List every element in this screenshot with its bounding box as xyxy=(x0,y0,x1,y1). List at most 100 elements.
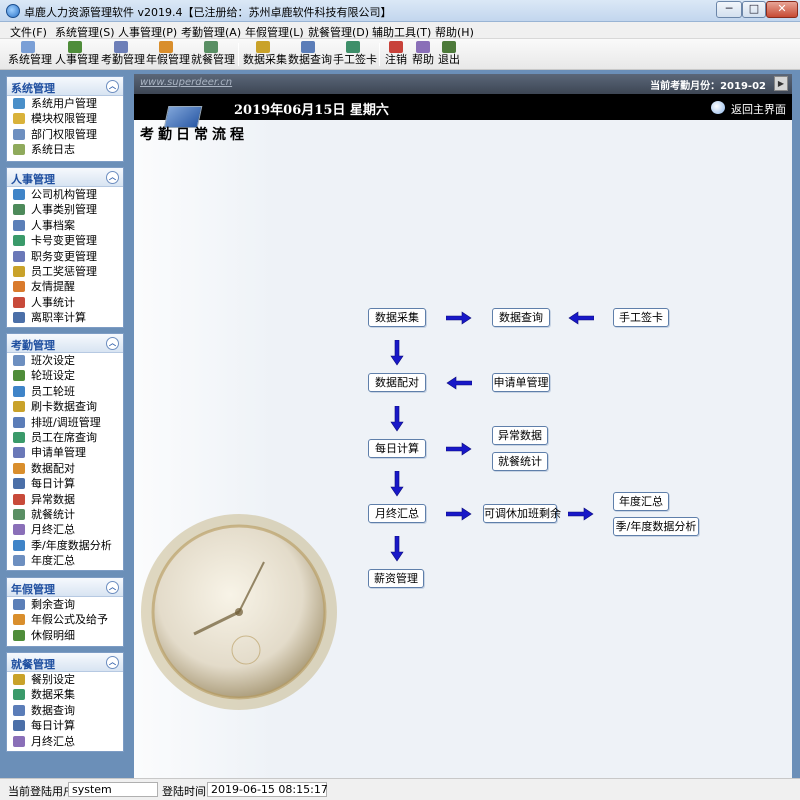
sidebar-item[interactable]: 公司机构管理 xyxy=(7,187,123,202)
flow-node-annual[interactable]: 年度汇总 xyxy=(613,492,669,511)
flow-node-comp-leave[interactable]: 可调休加班剩余 xyxy=(483,504,561,523)
sidebar-item[interactable]: 离职率计算 xyxy=(7,310,123,325)
flow-node-requests[interactable]: 申请单管理 xyxy=(492,373,550,392)
toolbar-leave-button[interactable]: 年假管理 xyxy=(146,40,190,69)
collapse-icon[interactable]: ︿ xyxy=(106,581,119,594)
sidebar-item[interactable]: 季/年度数据分析 xyxy=(7,538,123,553)
close-button[interactable]: ✕ xyxy=(766,1,798,18)
menu-hr[interactable]: 人事管理(P) xyxy=(118,24,177,40)
toolbar-label: 退出 xyxy=(438,53,460,66)
login-time-value: 2019-06-15 08:15:17 xyxy=(207,782,328,797)
toolbar-dining-button[interactable]: 就餐管理 xyxy=(191,40,235,69)
toolbar-label: 手工签卡 xyxy=(333,53,377,66)
toolbar-attendance-button[interactable]: 考勤管理 xyxy=(101,40,145,69)
dining-icon xyxy=(204,41,218,53)
panel-header[interactable]: 人事管理 ︿ xyxy=(7,168,123,187)
flow-node-collect[interactable]: 数据采集 xyxy=(368,308,426,327)
menu-file[interactable]: 文件(F) xyxy=(10,24,47,40)
sidebar-item[interactable]: 排班/调班管理 xyxy=(7,415,123,430)
sidebar-item-label: 申请单管理 xyxy=(31,446,86,460)
sidebar-item[interactable]: 异常数据 xyxy=(7,492,123,507)
log-icon xyxy=(13,144,25,156)
annual-icon xyxy=(13,555,25,567)
sidebar-item[interactable]: 每日计算 xyxy=(7,476,123,491)
toolbar-sign-card-button[interactable]: 手工签卡 xyxy=(333,40,377,69)
rotation-icon xyxy=(13,370,25,382)
panel-header[interactable]: 就餐管理 ︿ xyxy=(7,653,123,672)
sidebar-item[interactable]: 数据配对 xyxy=(7,461,123,476)
menu-attendance[interactable]: 考勤管理(A) xyxy=(181,24,241,40)
sidebar-item[interactable]: 刷卡数据查询 xyxy=(7,399,123,414)
flow-node-daily-calc[interactable]: 每日计算 xyxy=(368,439,426,458)
sidebar-item[interactable]: 月终汇总 xyxy=(7,734,123,749)
scroll-right-icon[interactable]: ▶ xyxy=(774,76,788,91)
collapse-icon[interactable]: ︿ xyxy=(106,171,119,184)
sidebar-item[interactable]: 年度汇总 xyxy=(7,553,123,568)
menu-help[interactable]: 帮助(H) xyxy=(435,24,474,40)
sidebar-item[interactable]: 每日计算 xyxy=(7,718,123,733)
sidebar-item[interactable]: 班次设定 xyxy=(7,353,123,368)
sidebar-item[interactable]: 人事统计 xyxy=(7,295,123,310)
sidebar-item[interactable]: 数据采集 xyxy=(7,687,123,702)
toolbar-query-button[interactable]: 数据查询 xyxy=(288,40,332,69)
toolbar: 系统管理 人事管理 考勤管理 年假管理 就餐管理 数据采集 数据查询 手工签卡 … xyxy=(0,39,800,70)
collapse-icon[interactable]: ︿ xyxy=(106,656,119,669)
sidebar-item[interactable]: 月终汇总 xyxy=(7,522,123,537)
toolbar-help-button[interactable]: 帮助 xyxy=(411,40,435,69)
sidebar-item[interactable]: 友情提醒 xyxy=(7,279,123,294)
toolbar-collect-button[interactable]: 数据采集 xyxy=(243,40,287,69)
sidebar-item-label: 卡号变更管理 xyxy=(31,234,97,248)
sidebar-item[interactable]: 职务变更管理 xyxy=(7,249,123,264)
flow-node-payroll[interactable]: 薪资管理 xyxy=(368,569,424,588)
sidebar-item[interactable]: 员工轮班 xyxy=(7,384,123,399)
toolbar-exit-button[interactable]: 退出 xyxy=(437,40,461,69)
sidebar-item[interactable]: 系统用户管理 xyxy=(7,96,123,111)
toolbar-hr-button[interactable]: 人事管理 xyxy=(55,40,99,69)
minimize-button[interactable]: ─ xyxy=(716,1,742,18)
panel-header[interactable]: 考勤管理 ︿ xyxy=(7,334,123,353)
menu-system[interactable]: 系统管理(S) xyxy=(55,24,115,40)
toolbar-system-button[interactable]: 系统管理 xyxy=(8,40,52,69)
sidebar-item[interactable]: 数据查询 xyxy=(7,703,123,718)
flow-node-pairing[interactable]: 数据配对 xyxy=(368,373,426,392)
flow-node-query[interactable]: 数据查询 xyxy=(492,308,550,327)
sidebar-item[interactable]: 轮班设定 xyxy=(7,368,123,383)
collapse-icon[interactable]: ︿ xyxy=(106,80,119,93)
collapse-icon[interactable]: ︿ xyxy=(106,337,119,350)
sidebar-item[interactable]: 剩余查询 xyxy=(7,597,123,612)
sidebar-item[interactable]: 餐别设定 xyxy=(7,672,123,687)
sidebar-item[interactable]: 就餐统计 xyxy=(7,507,123,522)
sidebar-item[interactable]: 人事类别管理 xyxy=(7,202,123,217)
flow-node-monthly[interactable]: 月终汇总 xyxy=(368,504,426,523)
sidebar-item[interactable]: 人事档案 xyxy=(7,218,123,233)
flow-node-quarter-annual[interactable]: 季/年度数据分析 xyxy=(613,517,699,536)
sidebar-item[interactable]: 年假公式及给予 xyxy=(7,612,123,627)
flow-node-dining-stats[interactable]: 就餐统计 xyxy=(492,452,548,471)
sidebar-item-label: 年假公式及给予 xyxy=(31,613,108,627)
panel-header[interactable]: 系统管理 ︿ xyxy=(7,77,123,96)
menu-leave[interactable]: 年假管理(L) xyxy=(245,24,304,40)
maximize-button[interactable]: □ xyxy=(742,1,766,18)
toolbar-logout-button[interactable]: 注销 xyxy=(384,40,408,69)
sidebar-item[interactable]: 员工在席查询 xyxy=(7,430,123,445)
sidebar-item[interactable]: 模块权限管理 xyxy=(7,111,123,126)
stats-icon xyxy=(13,296,25,308)
toolbar-label: 系统管理 xyxy=(8,53,52,66)
login-time-label: 登陆时间 xyxy=(162,785,206,798)
sidebar-item[interactable]: 系统日志 xyxy=(7,142,123,157)
sidebar-item[interactable]: 部门权限管理 xyxy=(7,127,123,142)
date-label: 2019年06月15日 星期六 xyxy=(234,103,389,118)
sidebar-item[interactable]: 卡号变更管理 xyxy=(7,233,123,248)
website-link[interactable]: www.superdeer.cn xyxy=(140,77,232,88)
return-main-button[interactable]: 返回主界面 xyxy=(711,101,786,117)
flow-node-abnormal[interactable]: 异常数据 xyxy=(492,426,548,445)
toolbar-label: 注销 xyxy=(385,53,407,66)
menu-tools[interactable]: 辅助工具(T) xyxy=(372,24,431,40)
sidebar-item[interactable]: 申请单管理 xyxy=(7,445,123,460)
panel-header[interactable]: 年假管理 ︿ xyxy=(7,578,123,597)
sidebar-item[interactable]: 休假明细 xyxy=(7,628,123,643)
sidebar-item[interactable]: 员工奖惩管理 xyxy=(7,264,123,279)
flow-node-manual-card[interactable]: 手工签卡 xyxy=(613,308,669,327)
menu-dining[interactable]: 就餐管理(D) xyxy=(308,24,369,40)
toolbar-label: 就餐管理 xyxy=(191,53,235,66)
